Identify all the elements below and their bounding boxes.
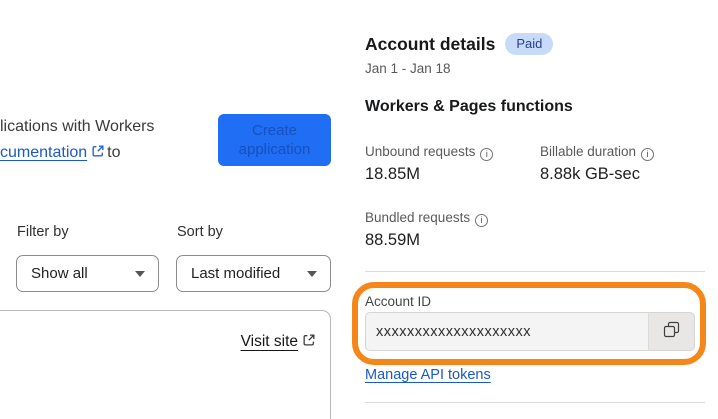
intro-after-link: to [107,144,121,161]
info-icon[interactable] [475,214,489,227]
stat-value-billable-duration: 8.88k GB-sec [540,165,640,183]
copy-button[interactable] [648,312,695,351]
account-details-title: Account details Paid [365,33,554,55]
stat-label-bundled-requests: Bundled requests [365,210,489,227]
manage-api-tokens-link[interactable]: Manage API tokens [365,367,491,383]
external-link-icon [91,141,105,167]
copy-icon [663,321,680,343]
workers-pages-dashboard: lications with Workers cumentation to Cre… [0,0,718,419]
account-id-group [365,312,695,351]
manage-api-tokens-row: Manage API tokens [365,367,491,383]
filter-dropdown-value: Show all [31,265,88,282]
visit-site-row: Visit site [0,333,318,352]
account-id-input[interactable] [365,312,648,351]
info-icon[interactable] [480,148,494,161]
intro-text: lications with Workers cumentation to [0,114,154,167]
functions-section-title: Workers & Pages functions [365,98,573,115]
chevron-down-icon [135,270,145,277]
create-application-button[interactable]: Create application [218,114,331,166]
visit-site-link[interactable]: Visit site [241,333,298,350]
account-id-label: Account ID [365,294,432,309]
filter-by-label: Filter by [17,224,69,240]
billing-date-range: Jan 1 - Jan 18 [365,61,451,76]
account-details-heading: Account details [365,34,496,54]
divider [365,271,705,272]
intro-line-2: cumentation to [0,140,154,167]
stat-label-unbound-requests: Unbound requests [365,144,494,161]
documentation-link[interactable]: cumentation [0,144,87,161]
stat-label-billable-duration: Billable duration [540,144,655,161]
sort-dropdown-value: Last modified [191,265,281,282]
stat-value-bundled-requests: 88.59M [365,231,421,249]
external-link-icon [302,333,316,352]
intro-line-1: lications with Workers [0,118,155,135]
chevron-down-icon [307,270,317,277]
divider [365,402,705,403]
plan-badge: Paid [505,33,554,55]
sort-by-label: Sort by [177,224,223,240]
project-card: Visit site [0,310,331,419]
info-icon[interactable] [641,148,655,161]
sort-dropdown[interactable]: Last modified [176,255,331,292]
stat-value-unbound-requests: 18.85M [365,165,421,183]
filter-dropdown[interactable]: Show all [16,255,159,292]
